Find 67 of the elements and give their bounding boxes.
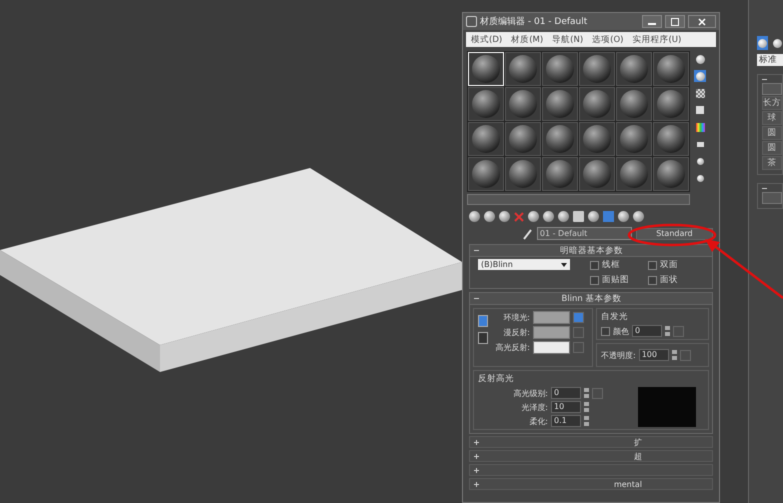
collapsed-rollout[interactable]: mental: [469, 478, 713, 490]
spinner-field[interactable]: 0.1: [551, 415, 581, 427]
color-swatch[interactable]: [533, 341, 570, 354]
menu-item[interactable]: 选项(O): [592, 34, 624, 46]
eyedropper-icon[interactable]: [523, 228, 533, 240]
field-label: 光泽度:: [520, 402, 548, 412]
name-field[interactable]: [762, 192, 782, 204]
toggle-button[interactable]: [762, 83, 782, 95]
category-dropdown[interactable]: 标准: [757, 54, 783, 66]
field-label: 高光级别:: [512, 388, 548, 398]
square-icon[interactable]: [694, 104, 706, 116]
spinner-field[interactable]: 0: [632, 325, 662, 337]
app-icon: [466, 16, 477, 27]
checkbox-label: 面贴图: [602, 274, 629, 286]
maximize-icon: [671, 18, 679, 26]
color-label: 环境光:: [502, 312, 530, 323]
menu-item[interactable]: 模式(D): [471, 34, 502, 46]
checkbox-label: 颜色: [613, 326, 629, 336]
object-type-button[interactable]: 长方: [762, 96, 782, 110]
object-type-button[interactable]: 圆: [762, 141, 782, 155]
window-title: 材质编辑器 - 01 - Default: [480, 16, 588, 28]
checkbox[interactable]: [648, 276, 657, 284]
field-label: 柔化:: [528, 416, 548, 426]
spinner-field[interactable]: 100: [638, 349, 669, 361]
sphere-icon[interactable]: [694, 53, 706, 65]
menu-item[interactable]: 材质(M): [511, 34, 544, 46]
group-title: 反射高光: [478, 373, 515, 385]
color-swatch[interactable]: [533, 311, 570, 324]
checkbox[interactable]: [648, 260, 657, 270]
close-icon: [698, 18, 706, 26]
object-type-button[interactable]: 圆: [762, 126, 782, 140]
opacity-label: 不透明度:: [601, 350, 636, 360]
group-title: 自发光: [601, 311, 629, 323]
checkbox-label: 线框: [602, 259, 620, 271]
menu-item[interactable]: 实用程序(U): [632, 34, 682, 46]
checkbox-label: 双面: [660, 259, 678, 271]
material-type-button[interactable]: Standard: [636, 228, 713, 240]
minimize-button[interactable]: [642, 15, 662, 28]
rollout-header[interactable]: 明暗器基本参数: [470, 245, 712, 257]
sphere-icon[interactable]: [618, 211, 629, 222]
checkbox[interactable]: [601, 326, 610, 336]
caret-icon: [561, 262, 567, 266]
shader-dropdown[interactable]: (B)Blinn: [478, 259, 570, 270]
highlight-curve-preview: [638, 387, 696, 427]
maximize-button[interactable]: [665, 15, 685, 28]
material-name-field[interactable]: 01 - Default: [536, 227, 632, 240]
horizontal-scrollbar[interactable]: [467, 194, 690, 205]
color-swatch[interactable]: [533, 326, 570, 339]
color-label: 高光反射:: [494, 342, 530, 353]
collapsed-rollout[interactable]: 超: [469, 450, 713, 462]
checkbox[interactable]: [590, 276, 599, 284]
object-type-button[interactable]: 球: [762, 111, 782, 125]
sphere-icon[interactable]: [633, 211, 644, 222]
spinner-arrows-icon[interactable]: [665, 326, 670, 336]
checkbox[interactable]: [590, 260, 599, 270]
close-button[interactable]: [688, 15, 716, 28]
menu-item[interactable]: 导航(N): [552, 34, 584, 46]
spinner-field[interactable]: 10: [551, 401, 581, 413]
rollout-header[interactable]: Blinn 基本参数: [470, 293, 712, 305]
color-label: 漫反射:: [502, 327, 530, 338]
object-type-button[interactable]: 茶: [762, 156, 782, 170]
spinner-arrows-icon[interactable]: [672, 350, 677, 360]
checkbox-label: 面状: [660, 274, 678, 286]
backlight-icon[interactable]: [694, 70, 706, 82]
collapsed-rollout[interactable]: 扩: [469, 436, 713, 448]
color-bars-icon[interactable]: [694, 121, 706, 133]
spinner-field[interactable]: 0: [551, 387, 581, 399]
